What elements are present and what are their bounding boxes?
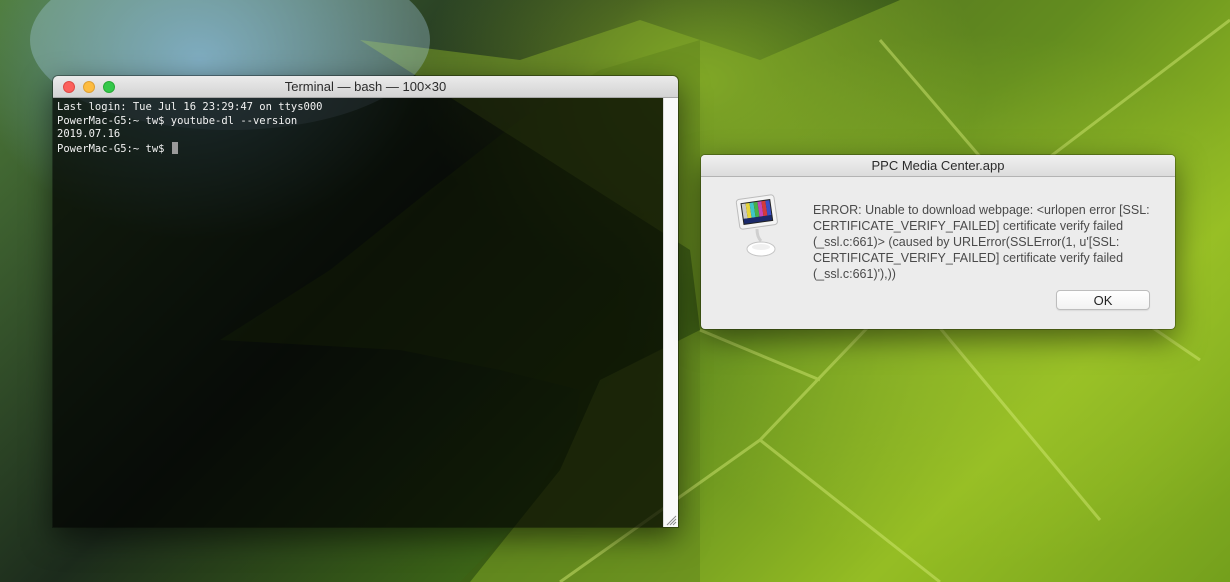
ok-button[interactable]: OK bbox=[1056, 290, 1150, 310]
terminal-scrollbar[interactable] bbox=[663, 98, 678, 527]
alert-title: PPC Media Center.app bbox=[871, 158, 1005, 173]
terminal-line: Last login: Tue Jul 16 23:29:47 on ttys0… bbox=[57, 101, 323, 113]
terminal-window[interactable]: Terminal — bash — 100×30 Last login: Tue… bbox=[53, 76, 678, 527]
terminal-line: 2019.07.16 bbox=[57, 128, 121, 140]
terminal-output[interactable]: Last login: Tue Jul 16 23:29:47 on ttys0… bbox=[53, 98, 663, 527]
text-cursor bbox=[171, 141, 178, 154]
terminal-prompt: PowerMac-G5:~ tw$ bbox=[57, 142, 171, 155]
alert-titlebar[interactable]: PPC Media Center.app bbox=[701, 155, 1175, 177]
terminal-titlebar[interactable]: Terminal — bash — 100×30 bbox=[53, 76, 678, 98]
imac-g4-icon bbox=[735, 194, 778, 257]
terminal-title: Terminal — bash — 100×30 bbox=[284, 79, 447, 94]
error-alert-dialog[interactable]: PPC Media Center.app ERROR: Unable to do… bbox=[701, 155, 1175, 329]
terminal-prompt-line: PowerMac-G5:~ tw$ bbox=[57, 141, 663, 156]
terminal-line: PowerMac-G5:~ tw$ youtube-dl --version bbox=[57, 114, 298, 127]
resize-grip-icon[interactable] bbox=[665, 514, 677, 526]
alert-message: ERROR: Unable to download webpage: <urlo… bbox=[813, 203, 1150, 281]
